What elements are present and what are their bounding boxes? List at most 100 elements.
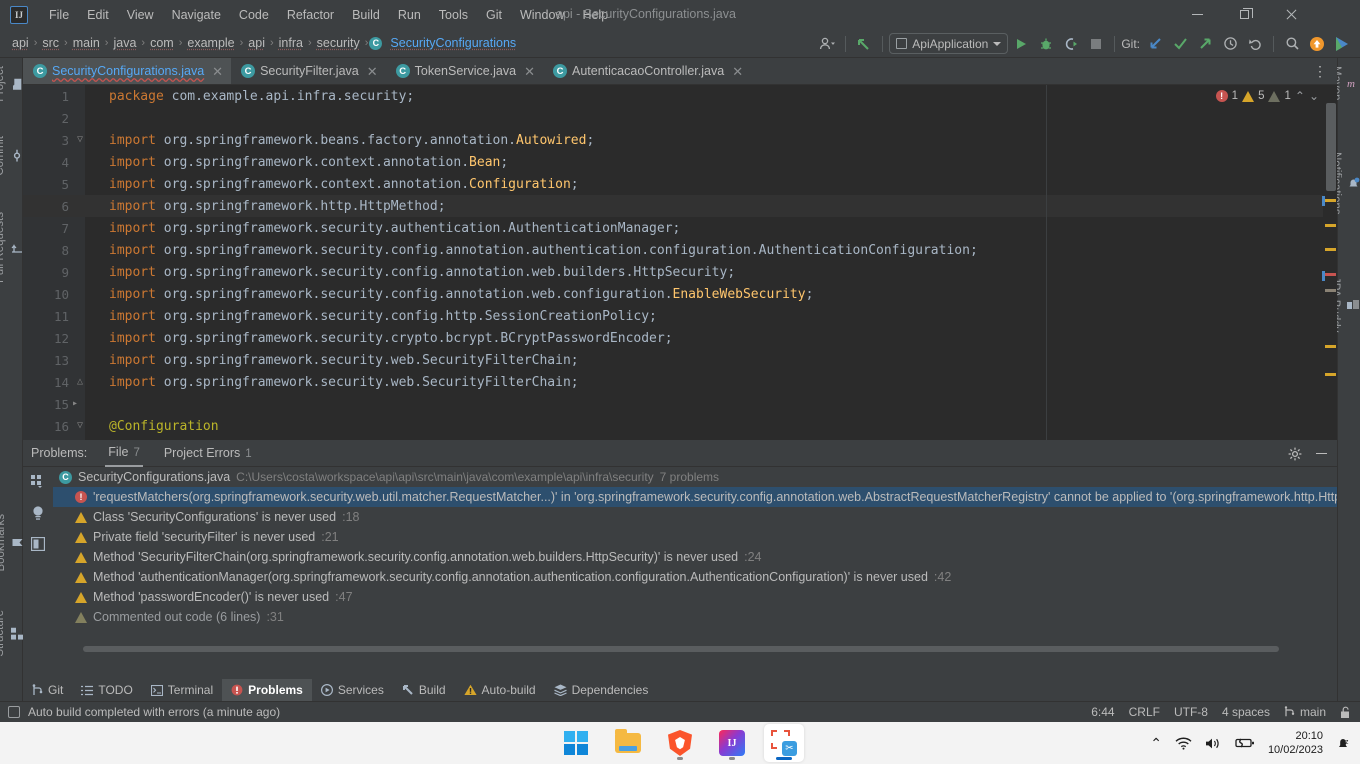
problems-hscrollbar[interactable]	[83, 646, 1283, 652]
restore-icon[interactable]	[1221, 0, 1267, 29]
problem-row-warning[interactable]: Method 'passwordEncoder()' is never used…	[53, 587, 1337, 607]
problems-list[interactable]: C SecurityConfigurations.java C:\Users\c…	[53, 467, 1337, 657]
sidebar-item-pull-requests[interactable]: Pull Requests	[0, 208, 23, 287]
problem-row-warning[interactable]: Method 'authenticationManager(org.spring…	[53, 567, 1337, 587]
run-gutter-icon[interactable]: ▸	[70, 393, 80, 415]
gear-icon[interactable]	[1283, 442, 1307, 466]
sidebar-item-notifications[interactable]: Notifications	[1330, 148, 1360, 219]
file-explorer-button[interactable]	[608, 724, 648, 762]
menu-code[interactable]: Code	[230, 4, 278, 26]
brave-browser-button[interactable]	[660, 724, 700, 762]
menu-refactor[interactable]: Refactor	[278, 4, 343, 26]
tab-securityconfigurations[interactable]: C SecurityConfigurations.java ✕	[23, 58, 232, 84]
close-icon[interactable]: ✕	[732, 65, 743, 78]
history-icon[interactable]	[1218, 32, 1242, 56]
updates-icon[interactable]	[1305, 32, 1329, 56]
back-arrow-icon[interactable]	[852, 32, 876, 56]
debug-icon[interactable]	[1034, 32, 1058, 56]
problem-row-weak-warning[interactable]: Commented out code (6 lines) :31	[53, 607, 1337, 627]
toggle-window-icon[interactable]	[8, 706, 20, 718]
wifi-icon[interactable]	[1175, 737, 1192, 750]
bottom-tab-auto-build[interactable]: Auto-build	[455, 679, 545, 701]
breadcrumb-item-security[interactable]: security	[313, 34, 364, 52]
menu-file[interactable]: File	[40, 4, 78, 26]
tab-autenticacaocontroller[interactable]: C AutenticacaoController.java ✕	[543, 58, 751, 84]
sidebar-item-project[interactable]: Project	[0, 62, 23, 106]
menu-navigate[interactable]: Navigate	[163, 4, 230, 26]
run-configuration-selector[interactable]: ApiApplication	[889, 33, 1009, 54]
bottom-tab-problems[interactable]: Problems	[222, 679, 312, 701]
breadcrumb-item-securityconfigurations[interactable]: SecurityConfigurations	[386, 34, 520, 52]
account-icon[interactable]	[815, 32, 839, 56]
menu-git[interactable]: Git	[477, 4, 511, 26]
ide-feature-icon[interactable]	[1330, 32, 1354, 56]
bottom-tab-git[interactable]: Git	[23, 679, 72, 701]
update-project-icon[interactable]	[1143, 32, 1167, 56]
tab-tokenservice[interactable]: C TokenService.java ✕	[386, 58, 543, 84]
indent-setting[interactable]: 4 spaces	[1222, 705, 1270, 719]
close-icon[interactable]: ✕	[212, 65, 223, 78]
sidebar-item-jpa-buddy[interactable]: JPA Buddy	[1329, 273, 1360, 336]
breadcrumb-item-example[interactable]: example	[183, 34, 238, 52]
close-icon[interactable]	[1268, 0, 1314, 29]
snipping-tool-button[interactable]: ✂	[764, 724, 804, 762]
tab-file[interactable]: File 7	[105, 440, 143, 467]
push-icon[interactable]	[1193, 32, 1217, 56]
breadcrumb-item-main[interactable]: main	[69, 34, 104, 52]
minimize-icon[interactable]	[1174, 0, 1220, 29]
commit-icon[interactable]	[1168, 32, 1192, 56]
breadcrumb-item-infra[interactable]: infra	[275, 34, 307, 52]
rollback-icon[interactable]	[1243, 32, 1267, 56]
fold-icon[interactable]: ▽	[75, 415, 85, 437]
next-problem-icon[interactable]: ⌄	[1309, 89, 1319, 103]
previous-problem-icon[interactable]: ⌃	[1295, 89, 1305, 103]
run-icon[interactable]	[1009, 32, 1033, 56]
problem-row-warning[interactable]: Class 'SecurityConfigurations' is never …	[53, 507, 1337, 527]
lightbulb-icon[interactable]	[31, 505, 45, 521]
intellij-idea-button[interactable]: IJ	[712, 724, 752, 762]
menu-build[interactable]: Build	[343, 4, 389, 26]
caret-position[interactable]: 6:44	[1091, 705, 1114, 719]
problems-hscrollbar-thumb[interactable]	[83, 646, 1279, 652]
clock-widget[interactable]: 20:10 10/02/2023	[1268, 729, 1323, 757]
preview-icon[interactable]	[31, 537, 45, 551]
bottom-tab-terminal[interactable]: Terminal	[142, 679, 222, 701]
problem-row-warning[interactable]: Private field 'securityFilter' is never …	[53, 527, 1337, 547]
sidebar-item-maven[interactable]: m Maven	[1330, 62, 1360, 105]
unlocked-icon[interactable]	[1340, 706, 1352, 719]
editor-marker-bar[interactable]	[1322, 85, 1337, 440]
problem-row-warning[interactable]: Method 'SecurityFilterChain(org.springfr…	[53, 547, 1337, 567]
sidebar-item-structure[interactable]: Structure	[0, 606, 23, 661]
run-with-coverage-icon[interactable]	[1059, 32, 1083, 56]
bottom-tab-dependencies[interactable]: Dependencies	[545, 679, 658, 701]
menu-run[interactable]: Run	[389, 4, 430, 26]
breadcrumb-item-java[interactable]: java	[109, 34, 140, 52]
search-everywhere-icon[interactable]	[1280, 32, 1304, 56]
sidebar-item-commit[interactable]: Commit	[0, 132, 23, 180]
tab-securityfilter[interactable]: C SecurityFilter.java ✕	[231, 58, 386, 84]
menu-edit[interactable]: Edit	[78, 4, 118, 26]
start-button[interactable]	[556, 724, 596, 762]
menu-view[interactable]: View	[118, 4, 163, 26]
code-editor[interactable]: 1 package com.example.api.infra.security…	[23, 85, 1337, 440]
sidebar-item-bookmarks[interactable]: Bookmarks	[0, 510, 23, 576]
editor-scrollbar-thumb[interactable]	[1326, 103, 1336, 191]
notifications-icon[interactable]: z	[1336, 736, 1352, 751]
breadcrumb-item-api[interactable]: api	[8, 34, 33, 52]
stop-icon[interactable]	[1084, 32, 1108, 56]
breadcrumb-item-api2[interactable]: api	[244, 34, 269, 52]
breadcrumb-item-src[interactable]: src	[38, 34, 63, 52]
show-hidden-icons-button[interactable]: ⌃	[1150, 735, 1162, 752]
expand-collapse-icon[interactable]	[31, 475, 45, 489]
line-separator[interactable]: CRLF	[1129, 705, 1160, 719]
git-branch-widget[interactable]: main	[1284, 705, 1326, 719]
tab-project-errors[interactable]: Project Errors 1	[161, 441, 255, 466]
fold-icon[interactable]: ▽	[75, 129, 85, 151]
problems-file-group[interactable]: C SecurityConfigurations.java C:\Users\c…	[53, 467, 1337, 487]
problem-row-error[interactable]: ! 'requestMatchers(org.springframework.s…	[53, 487, 1337, 507]
file-encoding[interactable]: UTF-8	[1174, 705, 1208, 719]
close-icon[interactable]: ✕	[367, 65, 378, 78]
fold-end-icon[interactable]: △	[75, 371, 85, 393]
battery-icon[interactable]	[1235, 737, 1255, 749]
volume-icon[interactable]	[1205, 737, 1222, 750]
